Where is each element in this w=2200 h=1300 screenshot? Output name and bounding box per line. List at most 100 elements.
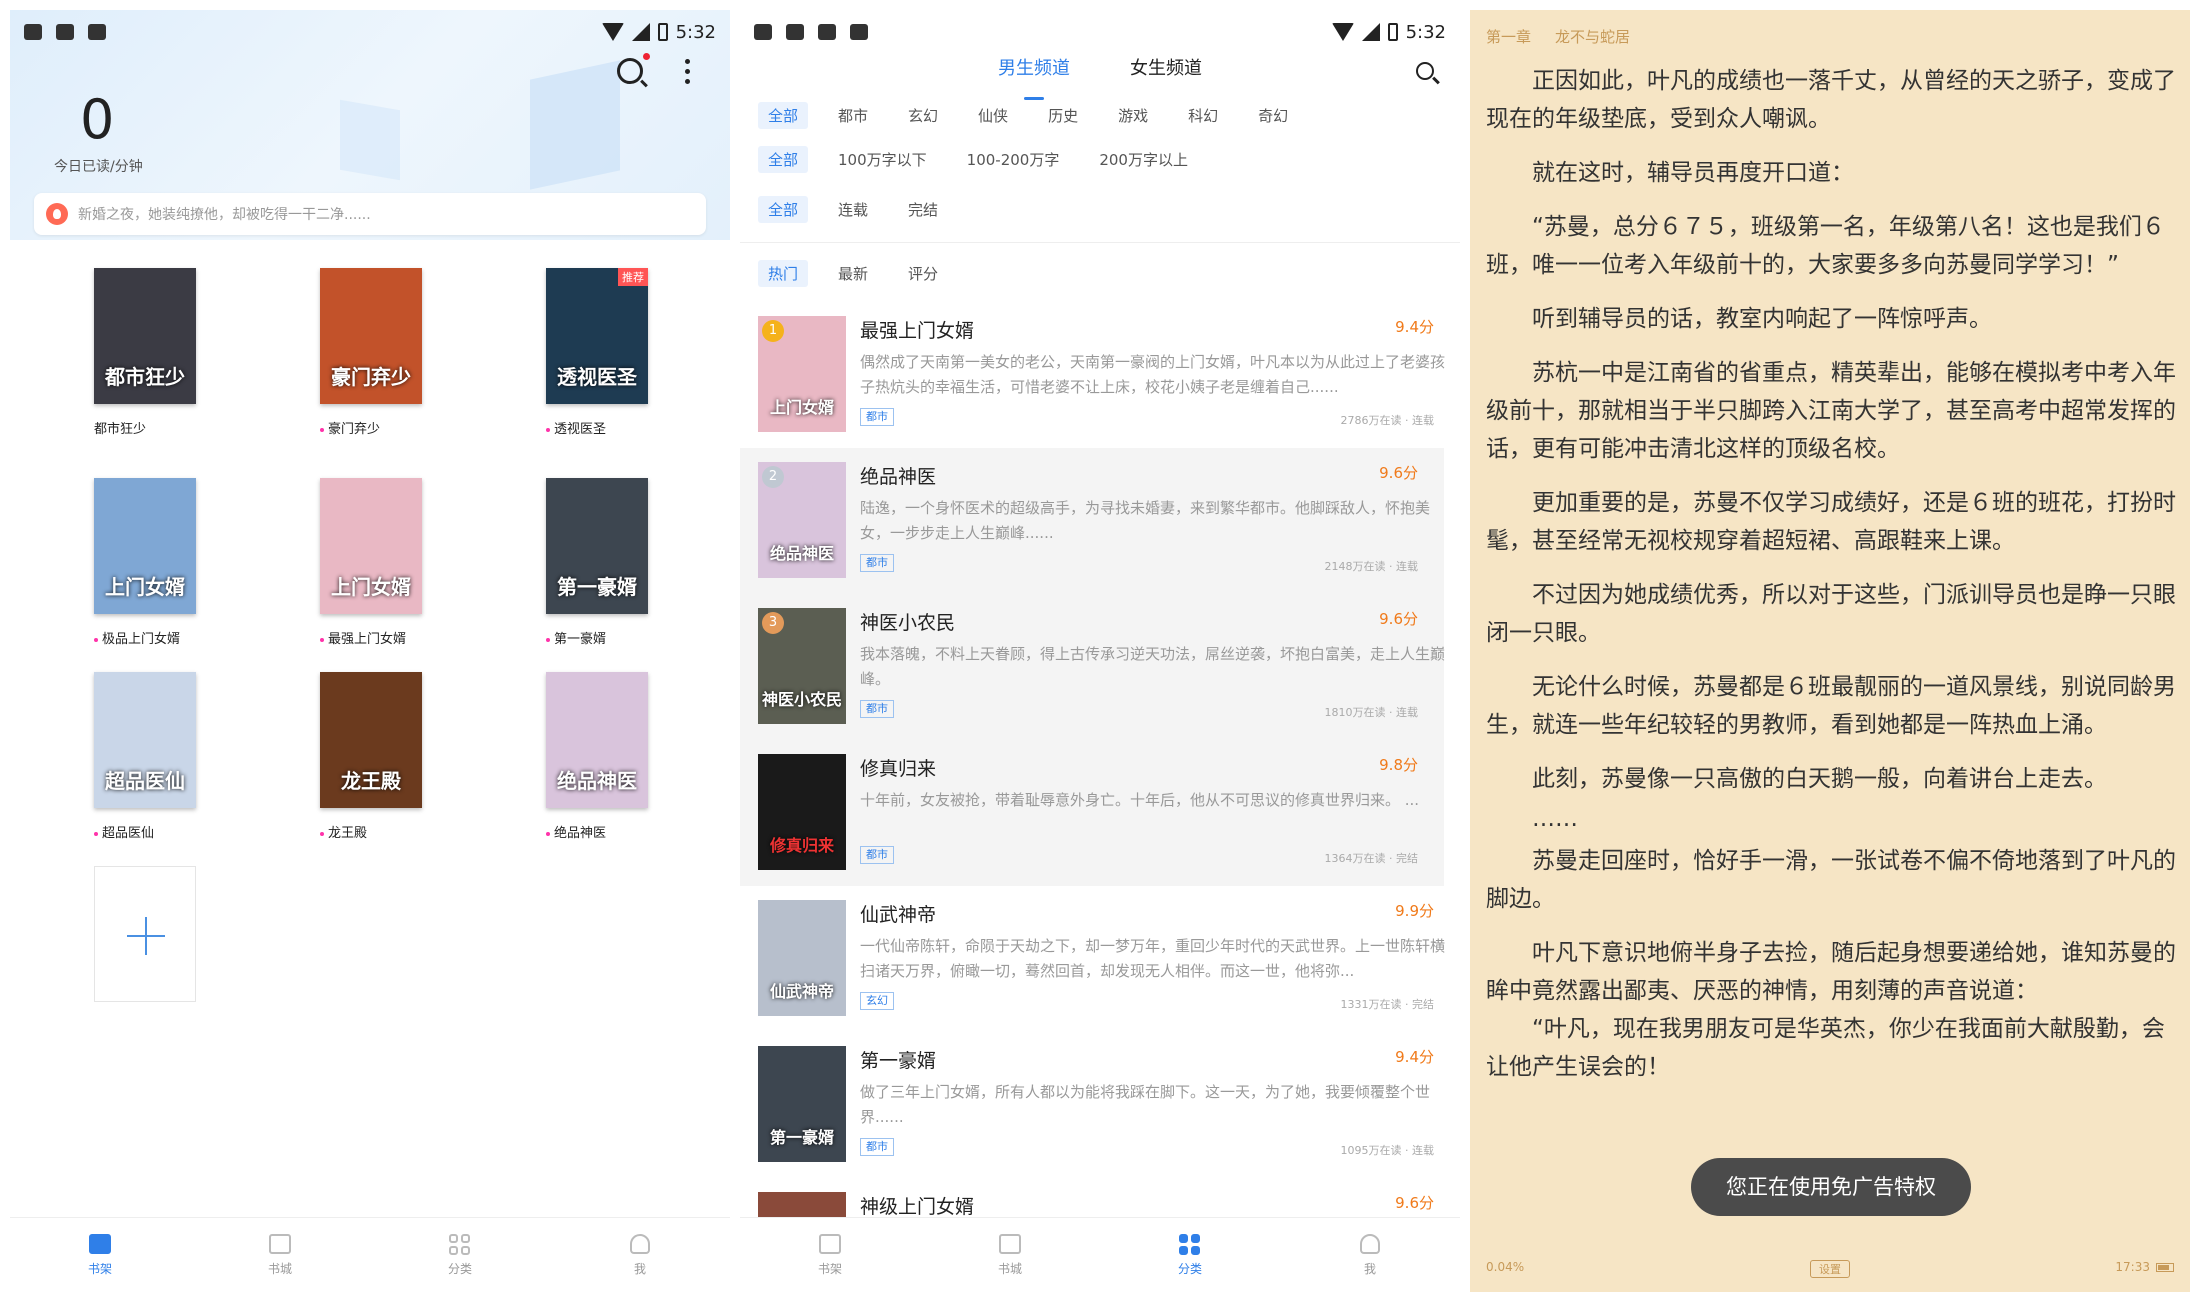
filter-genre-game[interactable]: 游戏 (1108, 102, 1158, 129)
image-icon (818, 24, 836, 40)
shelf-book[interactable]: 上门女婿 极品上门女婿 (94, 478, 214, 647)
tab-bookshelf[interactable]: 书架 (740, 1218, 920, 1292)
shelf-book[interactable]: 绝品神医 绝品神医 (546, 672, 666, 841)
search-icon[interactable] (617, 53, 650, 84)
filter-genre-urban[interactable]: 都市 (828, 102, 878, 129)
book-score: 9.6分 (1395, 1194, 1434, 1212)
book-name: 豪门弃少 (320, 418, 440, 437)
app-icon (88, 24, 106, 40)
reader-screen[interactable]: 第一章 龙不与蛇居 正因如此，叶凡的成绩也一落千丈，从曾经的天之骄子，变成了现在的… (1470, 10, 2190, 1292)
book-cover: 修真归来 (758, 754, 846, 870)
filter-genre-xianxia[interactable]: 仙侠 (968, 102, 1018, 129)
shelf-book[interactable]: 都市狂少 都市狂少 (94, 268, 214, 437)
book-desc: 做了三年上门女婿，所有人都以为能将我踩在脚下。这一天，为了她，我要倾覆整个世界.… (860, 1083, 1431, 1126)
book-cover[interactable]: 都市狂少 (94, 268, 196, 404)
paragraph: 苏曼走回座时，恰好手一滑，一张试卷不偏不倚地落到了叶凡的脚边。 (1486, 848, 2176, 912)
search-button[interactable] (1416, 62, 1434, 80)
tiktok-icon (754, 24, 772, 40)
sort-rating[interactable]: 评分 (898, 260, 948, 287)
book-tag: 都市 (860, 408, 894, 426)
shelf-book[interactable]: 第一豪婿 第一豪婿 (546, 478, 666, 647)
more-menu-icon[interactable] (685, 58, 690, 84)
sort-new[interactable]: 最新 (828, 260, 878, 287)
reading-progress: 0.04% (1486, 1260, 1525, 1274)
book-name: 极品上门女婿 (94, 628, 214, 647)
book-title: 神级上门女婿 (860, 1196, 975, 1218)
book-cover: 神医小农民 3 (758, 608, 846, 724)
tab-bookstore[interactable]: 书城 (190, 1218, 370, 1292)
book-cover[interactable]: 透视医圣 推荐 (546, 268, 648, 404)
book-desc: 十年前，女友被抢，带着耻辱意外身亡。十年后，他从不可思议的修真世界归来。 ... (860, 791, 1420, 809)
shelf-book[interactable]: 龙王殿 龙王殿 (320, 672, 440, 841)
filter-length-long[interactable]: 200万字以上 (1089, 146, 1198, 173)
paragraph: 无论什么时候，苏曼都是６班最靓丽的一道风景线，别说同龄男生，就连一些年纪较轻的男… (1486, 674, 2176, 738)
book-score: 9.6分 (1379, 610, 1418, 628)
paragraph: 叶凡下意识地俯半身子去捡，随后起身想要递给她，谁知苏曼的眸中竟然露出鄙夷、厌恶的… (1486, 940, 2176, 1004)
chapter-header: 第一章 龙不与蛇居 (1486, 26, 1654, 47)
filter-genre-magic[interactable]: 奇幻 (1248, 102, 1298, 129)
filter-status-finished[interactable]: 完结 (898, 196, 948, 223)
list-item[interactable]: 仙武神帝 仙武神帝 9.9分 一代仙帝陈轩，命陨于天劫之下，却一梦万年，重回少年… (740, 886, 1460, 1032)
tab-me[interactable]: 我 (550, 1218, 730, 1292)
recommend-badge: 推荐 (618, 268, 648, 286)
book-score: 9.4分 (1395, 1048, 1434, 1066)
tab-me[interactable]: 我 (1280, 1218, 1460, 1292)
search-icon (1416, 62, 1434, 80)
settings-button[interactable]: 设置 (1810, 1260, 1850, 1278)
filter-length-all[interactable]: 全部 (758, 146, 809, 173)
book-meta: 1364万在读 · 完结 (1324, 852, 1418, 865)
shelf-book[interactable]: 上门女婿 最强上门女婿 (320, 478, 440, 647)
shelf-book[interactable]: 透视医圣 推荐 透视医圣 (546, 268, 666, 437)
tab-male-channel[interactable]: 男生频道 (998, 54, 1070, 100)
book-cover[interactable]: 龙王殿 (320, 672, 422, 808)
tab-bookstore[interactable]: 书城 (920, 1218, 1100, 1292)
filter-genre-scifi[interactable]: 科幻 (1178, 102, 1228, 129)
shelf-book[interactable]: 豪门弃少 豪门弃少 (320, 268, 440, 437)
add-book-button[interactable] (94, 866, 196, 1002)
book-cover[interactable]: 第一豪婿 (546, 478, 648, 614)
bookstore-icon (999, 1233, 1021, 1254)
book-score: 9.8分 (1379, 756, 1418, 774)
list-item[interactable]: 修真归来 修真归来 9.8分 十年前，女友被抢，带着耻辱意外身亡。十年后，他从不… (740, 740, 1444, 886)
tab-category[interactable]: 分类 (370, 1218, 550, 1292)
book-name: 都市狂少 (94, 422, 147, 437)
book-tag: 都市 (860, 1138, 894, 1156)
paragraph: 听到辅导员的话，教室内响起了一阵惊呼声。 (1532, 306, 1992, 332)
paragraph: “叶凡，现在我男朋友可是华英杰，你少在我面前大献殷勤，会让他产生误会的！ (1486, 1016, 2165, 1080)
book-meta: 1095万在读 · 连载 (1340, 1144, 1434, 1157)
battery-icon (2156, 1262, 2174, 1272)
book-cover: 上门女婿 1 (758, 316, 846, 432)
tab-female-channel[interactable]: 女生频道 (1130, 54, 1202, 100)
paragraph: 苏杭一中是江南省的省重点，精英辈出，能够在模拟考中考入年级前十，那就相当于半只脚… (1486, 360, 2176, 462)
filter-genre-fantasy[interactable]: 玄幻 (898, 102, 948, 129)
book-title: 神医小农民 (860, 612, 956, 634)
filter-status-all[interactable]: 全部 (758, 196, 809, 223)
book-desc: 我本落魄，不料上天眷顾，得上古传承习逆天功法，屌丝逆袭，坏抱白富美，走上人生巅峰… (860, 645, 1446, 688)
notice-text: 新婚之夜，她装纯撩他，却被吃得一干二净...... (78, 207, 371, 223)
recommend-notice[interactable]: 新婚之夜，她装纯撩他，却被吃得一干二净...... (34, 193, 706, 235)
filter-status-ongoing[interactable]: 连载 (828, 196, 878, 223)
book-cover[interactable]: 绝品神医 (546, 672, 648, 808)
decorative-cube (530, 60, 620, 190)
filter-length-short[interactable]: 100万字以下 (828, 146, 937, 173)
book-cover[interactable]: 豪门弃少 (320, 268, 422, 404)
chapter-number: 第一章 (1486, 28, 1532, 46)
list-item[interactable]: 第一豪婿 第一豪婿 9.4分 做了三年上门女婿，所有人都以为能将我踩在脚下。这一… (740, 1032, 1460, 1178)
list-item[interactable]: 绝品神医 2 绝品神医 9.6分 陆逸，一个身怀医术的超级高手，为寻找未婚妻，来到… (740, 448, 1444, 594)
tab-category[interactable]: 分类 (1100, 1218, 1280, 1292)
sort-hot[interactable]: 热门 (758, 260, 809, 287)
filter-genre-all[interactable]: 全部 (758, 102, 809, 129)
book-cover[interactable]: 上门女婿 (320, 478, 422, 614)
battery-icon (1387, 23, 1398, 41)
book-cover[interactable]: 上门女婿 (94, 478, 196, 614)
book-name: 龙王殿 (320, 822, 440, 841)
list-item[interactable]: 神医小农民 3 神医小农民 9.6分 我本落魄，不料上天眷顾，得上古传承习逆天功法… (740, 594, 1446, 740)
book-cover[interactable]: 超品医仙 (94, 672, 196, 808)
book-tag: 都市 (860, 554, 894, 572)
book-name: 第一豪婿 (546, 628, 666, 647)
list-item[interactable]: 上门女婿 1 最强上门女婿 9.4分 偶然成了天南第一美女的老公，天南第一豪阀的上… (740, 302, 1460, 448)
filter-length-medium[interactable]: 100-200万字 (957, 146, 1070, 173)
shelf-book[interactable]: 超品医仙 超品医仙 (94, 672, 214, 841)
filter-genre-history[interactable]: 历史 (1038, 102, 1088, 129)
tab-bookshelf[interactable]: 书架 (10, 1218, 190, 1292)
